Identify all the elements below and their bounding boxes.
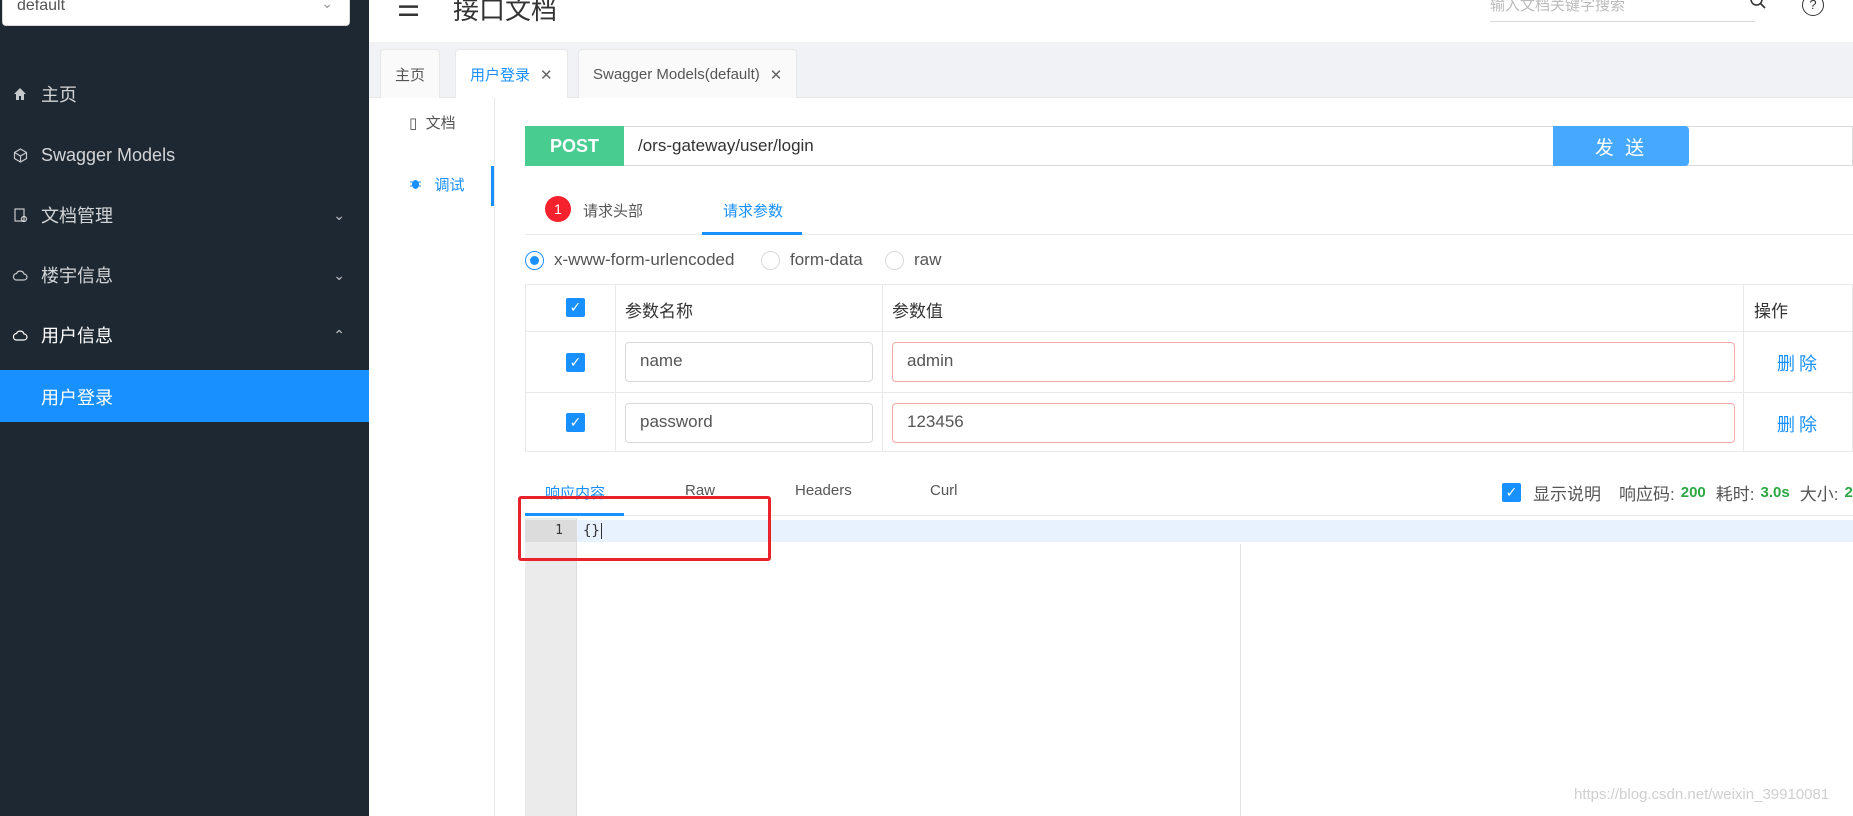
status-code-value: 200 <box>1680 484 1706 501</box>
chevron-up-icon: ⌃ <box>333 326 345 343</box>
sidebar-item-label: 用户信息 <box>41 326 113 346</box>
sidebar-item-home[interactable]: 主页 <box>0 67 369 121</box>
menu-fold-icon[interactable]: ☰ <box>397 0 420 23</box>
tab-doc[interactable]: ▯ 文档 <box>409 112 456 133</box>
doc-settings-icon <box>12 207 28 223</box>
page-tab-bar: 主页 用户登录 ✕ Swagger Models(default) ✕ <box>369 42 1853 99</box>
select-all-checkbox[interactable]: ✓ <box>566 298 585 317</box>
chevron-down-icon: ⌄ <box>333 266 345 283</box>
sidebar-item-label: 主页 <box>41 85 77 105</box>
tab-curl[interactable]: Curl <box>930 482 958 499</box>
radio-urlencoded[interactable]: x-www-form-urlencoded <box>525 250 734 270</box>
radio-checked-icon <box>525 250 544 270</box>
sidebar-item-label: 楼宇信息 <box>41 266 113 286</box>
param-value-input[interactable]: 123456 <box>892 403 1735 443</box>
sidebar-item-doc-management[interactable]: 文档管理 ⌄ <box>0 188 369 242</box>
cloud-icon <box>12 267 28 283</box>
close-icon[interactable]: ✕ <box>540 66 553 84</box>
main-content: ▯ 文档 调试 POST /ors-gateway/user/login 发 送… <box>369 98 1853 816</box>
param-name-input[interactable]: password <box>625 403 873 443</box>
bug-icon <box>409 177 426 194</box>
show-desc-checkbox[interactable]: ✓ <box>1502 483 1521 502</box>
response-editor[interactable]: 1 {} <box>525 518 1853 816</box>
sidebar-item-building-info[interactable]: 楼宇信息 ⌄ <box>0 248 369 302</box>
sidebar-subitem-user-login[interactable]: 用户登录 <box>0 370 369 422</box>
radio-label: x-www-form-urlencoded <box>554 250 735 269</box>
url-input[interactable]: /ors-gateway/user/login <box>638 136 814 156</box>
tab-swagger-models[interactable]: Swagger Models(default) ✕ <box>578 49 798 99</box>
chevron-down-icon: ⌄ <box>321 0 333 11</box>
radio-unchecked-icon <box>761 250 780 270</box>
size-label: 大小: <box>1799 485 1839 504</box>
group-select-value: default <box>17 0 66 14</box>
row-checkbox[interactable]: ✓ <box>566 413 585 432</box>
tab-headers[interactable]: Headers <box>795 482 852 499</box>
active-tab-indicator <box>702 232 802 235</box>
sidebar-item-user-info[interactable]: 用户信息 ⌃ <box>0 308 369 362</box>
status-code-label: 响应码: <box>1619 485 1675 504</box>
params-table: ✓ 参数名称 参数值 操作 ✓ name admin 删除 ✓ password… <box>525 284 1853 452</box>
time-value: 3.0s <box>1760 484 1790 501</box>
radio-raw[interactable]: raw <box>885 250 941 270</box>
cube-icon <box>12 147 28 163</box>
table-row: ✓ name admin 删除 <box>526 332 1853 393</box>
header-count-badge: 1 <box>545 196 571 222</box>
doc-icon: ▯ <box>409 115 418 132</box>
search-icon[interactable] <box>1749 0 1767 15</box>
tab-label: 主页 <box>395 67 426 84</box>
radio-unchecked-icon <box>885 250 904 270</box>
sidebar-item-label: 文档管理 <box>41 206 113 226</box>
search-input[interactable]: 输入文档关键字搜索 <box>1490 0 1755 22</box>
column-header-value: 参数值 <box>892 302 943 321</box>
column-header-name: 参数名称 <box>625 302 693 321</box>
table-row: ✓ password 123456 删除 <box>526 393 1853 453</box>
chevron-down-icon: ⌄ <box>333 206 345 223</box>
sidebar-subitem-label: 用户登录 <box>41 388 113 408</box>
column-header-action: 操作 <box>1754 302 1788 321</box>
row-checkbox[interactable]: ✓ <box>566 353 585 372</box>
editor-divider <box>1240 544 1241 816</box>
response-stats: ✓ 显示说明 响应码: 200 耗时: 3.0s 大小: 2 <box>1502 480 1853 505</box>
group-select[interactable]: default ⌄ <box>2 0 350 26</box>
tab-doc-label: 文档 <box>425 115 456 132</box>
show-desc-label: 显示说明 <box>1533 485 1601 504</box>
page-title: 接口文档 <box>453 0 558 25</box>
line-gutter <box>525 518 577 816</box>
delete-button[interactable]: 删除 <box>1777 350 1821 376</box>
radio-label: form-data <box>790 250 863 269</box>
close-icon[interactable]: ✕ <box>770 66 783 84</box>
size-value: 2 <box>1844 484 1853 501</box>
radio-form-data[interactable]: form-data <box>761 250 863 270</box>
top-header: ☰ 接口文档 输入文档关键字搜索 ? <box>369 0 1853 42</box>
help-icon[interactable]: ? <box>1802 0 1824 16</box>
watermark: https://blog.csdn.net/weixin_39910081 <box>1574 786 1830 803</box>
time-label: 耗时: <box>1715 485 1755 504</box>
param-name-input[interactable]: name <box>625 342 873 382</box>
annotation-highlight-box <box>518 496 771 561</box>
table-header-row: ✓ 参数名称 参数值 操作 <box>526 285 1853 332</box>
tab-user-login[interactable]: 用户登录 ✕ <box>455 49 568 99</box>
radio-label: raw <box>914 250 942 269</box>
send-button[interactable]: 发 送 <box>1553 126 1689 166</box>
doc-debug-tabs: ▯ 文档 调试 <box>369 98 495 816</box>
sidebar-item-label: Swagger Models <box>41 144 176 165</box>
tab-label: 用户登录 <box>470 67 531 84</box>
tab-label: Swagger Models(default) <box>593 66 760 83</box>
cloud-icon <box>12 327 28 343</box>
tab-request-params[interactable]: 请求参数 <box>723 200 783 221</box>
sidebar: default ⌄ 主页 Swagger Models 文档管理 ⌄ 楼宇信息 … <box>0 0 369 816</box>
delete-button[interactable]: 删除 <box>1777 411 1821 437</box>
request-tabs: 1 请求头部 请求参数 <box>525 180 1853 235</box>
method-badge: POST <box>525 126 624 166</box>
tab-home[interactable]: 主页 <box>380 49 441 99</box>
active-tab-indicator <box>491 166 494 206</box>
param-value-input[interactable]: admin <box>892 342 1735 382</box>
sidebar-item-swagger-models[interactable]: Swagger Models <box>0 128 369 182</box>
tab-debug-label: 调试 <box>434 177 465 194</box>
tab-request-headers[interactable]: 请求头部 <box>583 200 643 221</box>
home-icon <box>12 86 28 102</box>
tab-debug[interactable]: 调试 <box>409 174 465 195</box>
